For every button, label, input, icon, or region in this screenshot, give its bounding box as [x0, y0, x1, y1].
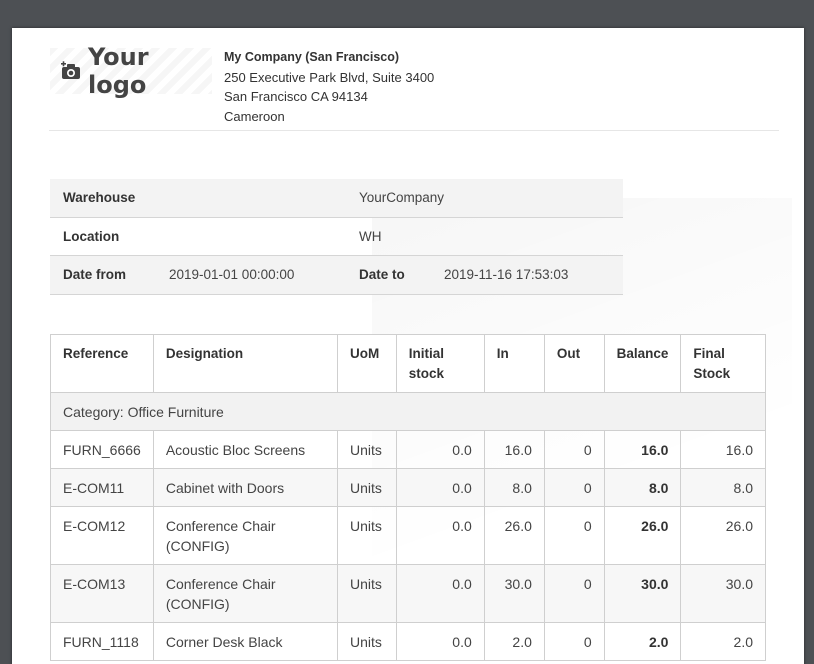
- cell-initial-stock: 0.0: [395, 506, 485, 565]
- stock-table: Reference Designation UoM Initial stock …: [50, 334, 766, 661]
- cell-uom: Units: [336, 506, 397, 565]
- cell-in: 30.0: [483, 564, 545, 623]
- cell-initial-stock: 0.0: [395, 564, 485, 623]
- cell-out: 0: [543, 564, 605, 623]
- cell-designation: Cabinet with Doors: [152, 468, 338, 507]
- cell-balance: 2.0: [603, 622, 682, 661]
- cell-final-stock: 16.0: [680, 430, 766, 469]
- date-to-value: 2019-11-16 17:53:03: [444, 267, 569, 283]
- date-to-label: Date to: [359, 267, 405, 283]
- column-header-uom: UoM: [336, 334, 397, 393]
- table-row: FURN_1118 Corner Desk Black Units 0.0 2.…: [50, 622, 766, 661]
- cell-out: 0: [543, 506, 605, 565]
- camera-icon: [60, 61, 82, 81]
- cell-out: 0: [543, 468, 605, 507]
- column-header-out: Out: [543, 334, 605, 393]
- date-range-row: Date from 2019-01-01 00:00:00 Date to 20…: [50, 256, 623, 295]
- cell-final-stock: 2.0: [680, 622, 766, 661]
- cell-final-stock: 30.0: [680, 564, 766, 623]
- header-divider: [49, 130, 779, 131]
- company-country: Cameroon: [224, 108, 285, 124]
- report-info-table: Warehouse YourCompany Location WH Date f…: [50, 179, 623, 295]
- warehouse-label: Warehouse: [63, 190, 136, 206]
- cell-initial-stock: 0.0: [395, 622, 485, 661]
- column-header-balance: Balance: [603, 334, 682, 393]
- date-from-value: 2019-01-01 00:00:00: [169, 267, 295, 283]
- column-header-final-stock: Final Stock: [680, 334, 766, 393]
- location-row: Location WH: [50, 218, 623, 256]
- cell-balance: 26.0: [603, 506, 682, 565]
- cell-reference: E-COM13: [50, 564, 154, 623]
- cell-uom: Units: [336, 468, 397, 507]
- cell-reference: FURN_1118: [50, 622, 154, 661]
- table-row: E-COM11 Cabinet with Doors Units 0.0 8.0…: [50, 468, 766, 507]
- column-header-designation: Designation: [152, 334, 338, 393]
- logo-text: Your logo: [88, 43, 149, 99]
- column-header-reference: Reference: [50, 334, 154, 393]
- table-row: FURN_6666 Acoustic Bloc Screens Units 0.…: [50, 430, 766, 469]
- cell-reference: E-COM12: [50, 506, 154, 565]
- cell-uom: Units: [336, 430, 397, 469]
- cell-uom: Units: [336, 564, 397, 623]
- cell-balance: 16.0: [603, 430, 682, 469]
- company-logo[interactable]: Your logo: [50, 43, 212, 99]
- cell-out: 0: [543, 622, 605, 661]
- cell-designation: Conference Chair (CONFIG): [152, 564, 338, 623]
- cell-in: 8.0: [483, 468, 545, 507]
- location-label: Location: [63, 228, 120, 244]
- cell-balance: 30.0: [603, 564, 682, 623]
- cell-final-stock: 8.0: [680, 468, 766, 507]
- cell-balance: 8.0: [603, 468, 682, 507]
- location-value: WH: [359, 228, 382, 244]
- cell-in: 26.0: [483, 506, 545, 565]
- category-row: Category: Office Furniture: [50, 392, 766, 431]
- cell-designation: Conference Chair (CONFIG): [152, 506, 338, 565]
- warehouse-value: YourCompany: [359, 190, 445, 206]
- company-name: My Company (San Francisco): [224, 50, 400, 64]
- report-page: Your logo My Company (San Francisco) 250…: [12, 28, 804, 664]
- cell-reference: E-COM11: [50, 468, 154, 507]
- cell-designation: Acoustic Bloc Screens: [152, 430, 338, 469]
- cell-out: 0: [543, 430, 605, 469]
- company-address-line1: 250 Executive Park Blvd, Suite 3400: [224, 69, 435, 85]
- cell-initial-stock: 0.0: [395, 468, 485, 507]
- table-header-row: Reference Designation UoM Initial stock …: [50, 334, 766, 393]
- column-header-in: In: [483, 334, 545, 393]
- company-address: My Company (San Francisco) 250 Executive…: [224, 48, 434, 126]
- company-address-line2: San Francisco CA 94134: [224, 89, 368, 104]
- cell-in: 16.0: [483, 430, 545, 469]
- date-from-label: Date from: [63, 267, 127, 283]
- warehouse-row: Warehouse YourCompany: [50, 179, 623, 218]
- cell-initial-stock: 0.0: [395, 430, 485, 469]
- category-label: Category: Office Furniture: [50, 392, 766, 431]
- table-row: E-COM13 Conference Chair (CONFIG) Units …: [50, 564, 766, 623]
- cell-final-stock: 26.0: [680, 506, 766, 565]
- cell-reference: FURN_6666: [50, 430, 154, 469]
- cell-designation: Corner Desk Black: [152, 622, 338, 661]
- cell-in: 2.0: [483, 622, 545, 661]
- cell-uom: Units: [336, 622, 397, 661]
- column-header-initial-stock: Initial stock: [395, 334, 485, 393]
- table-row: E-COM12 Conference Chair (CONFIG) Units …: [50, 506, 766, 565]
